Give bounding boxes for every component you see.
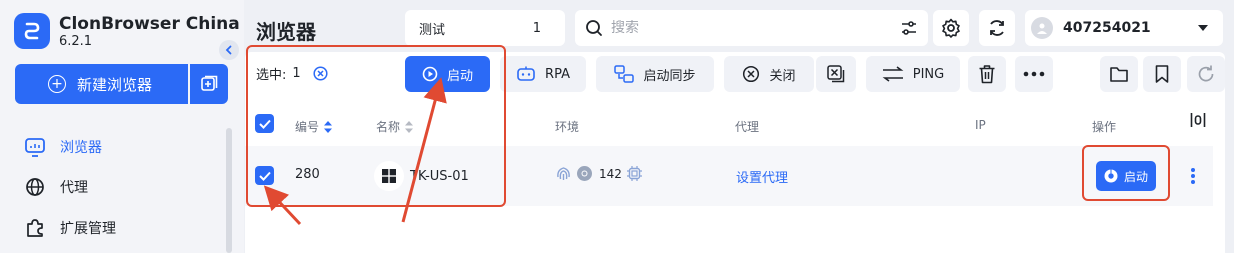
chevron-down-icon <box>1198 25 1208 31</box>
globe-icon <box>24 176 46 198</box>
filter-sliders-icon[interactable] <box>900 19 918 37</box>
folder-button[interactable] <box>1100 56 1138 92</box>
refresh-button[interactable] <box>1187 56 1225 92</box>
sync-windows-icon <box>614 65 635 83</box>
column-proxy: 代理 <box>735 118 759 135</box>
columns-icon <box>1190 113 1206 127</box>
group-count: 1 <box>532 20 541 36</box>
close-all-button[interactable] <box>816 56 856 92</box>
fingerprint-icon <box>557 167 570 180</box>
sidebar-item-label: 代理 <box>60 180 88 196</box>
collapse-sidebar-button[interactable] <box>219 40 239 60</box>
rpa-button[interactable]: RPA <box>500 56 586 92</box>
env-version: 142 <box>599 166 622 181</box>
annotation-highlight-box <box>246 45 506 207</box>
gear-icon <box>942 18 960 38</box>
folder-icon <box>1110 67 1128 82</box>
new-browser-label: 新建浏览器 <box>77 75 153 94</box>
sync-button[interactable] <box>979 10 1015 46</box>
sidebar: ClonBrowser China 6.2.1 + 新建浏览器 浏览器 代理 扩… <box>0 0 244 253</box>
trash-icon <box>979 65 995 84</box>
search-input[interactable] <box>611 20 900 36</box>
more-dots-icon <box>1023 71 1045 77</box>
add-window-icon <box>201 75 218 91</box>
page-title: 浏览器 <box>256 20 316 44</box>
refresh-icon <box>1198 65 1214 82</box>
annotation-highlight-box <box>1082 145 1170 201</box>
sidebar-item-browsers[interactable]: 浏览器 <box>24 135 102 159</box>
group-name: 测试 <box>419 22 446 38</box>
settings-button[interactable] <box>933 10 969 46</box>
chevron-left-icon <box>225 45 232 55</box>
column-settings-button[interactable] <box>1190 112 1206 128</box>
start-sync-button[interactable]: 启动同步 <box>596 56 714 92</box>
arrows-exchange-icon <box>882 66 904 82</box>
bookmark-button[interactable] <box>1143 56 1181 92</box>
sync-icon <box>990 20 1004 36</box>
close-button[interactable]: 关闭 <box>724 56 814 92</box>
sidebar-item-label: 扩展管理 <box>60 221 116 237</box>
user-id: 407254021 <box>1063 20 1151 36</box>
start-sync-label: 启动同步 <box>643 68 696 84</box>
user-menu[interactable]: 407254021 <box>1025 10 1223 46</box>
cpu-icon <box>626 166 642 181</box>
close-label: 关闭 <box>769 68 796 84</box>
delete-button[interactable] <box>968 56 1006 92</box>
sidebar-item-label: 浏览器 <box>60 140 102 156</box>
column-ip: IP <box>975 118 986 132</box>
new-browser-button[interactable]: + 新建浏览器 <box>15 64 188 104</box>
chrome-icon <box>577 166 592 181</box>
plus-circle-icon: + <box>48 75 66 93</box>
rpa-label: RPA <box>545 66 570 82</box>
column-env-label: 环境 <box>555 120 580 134</box>
robot-icon <box>516 66 536 82</box>
sidebar-scrollbar[interactable] <box>226 128 232 253</box>
set-proxy-link[interactable]: 设置代理 <box>736 167 788 186</box>
row-more-button[interactable] <box>1190 167 1196 185</box>
puzzle-icon <box>24 217 46 239</box>
column-env: 环境 <box>555 118 579 135</box>
bookmark-icon <box>1155 65 1169 83</box>
column-actions: 操作 <box>1092 118 1116 135</box>
column-ip-label: IP <box>975 118 986 132</box>
search-box <box>575 10 928 46</box>
app-version: 6.2.1 <box>59 34 93 49</box>
column-proxy-label: 代理 <box>735 120 760 134</box>
avatar <box>1031 17 1053 39</box>
app-logo <box>14 13 50 49</box>
search-icon <box>586 20 602 36</box>
new-browser-more-button[interactable] <box>190 64 228 104</box>
more-actions-button[interactable] <box>1015 56 1053 92</box>
row-env: 142 <box>555 165 643 182</box>
sidebar-item-extensions[interactable]: 扩展管理 <box>24 216 116 240</box>
monitor-icon <box>24 136 46 158</box>
user-icon <box>1037 23 1047 34</box>
vertical-dots-icon <box>1191 168 1195 184</box>
group-select[interactable]: 测试 1 <box>405 10 565 46</box>
sidebar-item-proxy[interactable]: 代理 <box>24 175 88 199</box>
close-all-windows-icon <box>827 65 845 83</box>
ping-label: PING <box>912 66 945 82</box>
app-name: ClonBrowser China <box>59 14 240 34</box>
close-circle-icon <box>742 65 760 83</box>
clonbrowser-logo-icon <box>24 22 40 40</box>
ping-button[interactable]: PING <box>866 56 960 92</box>
column-actions-label: 操作 <box>1092 120 1117 134</box>
